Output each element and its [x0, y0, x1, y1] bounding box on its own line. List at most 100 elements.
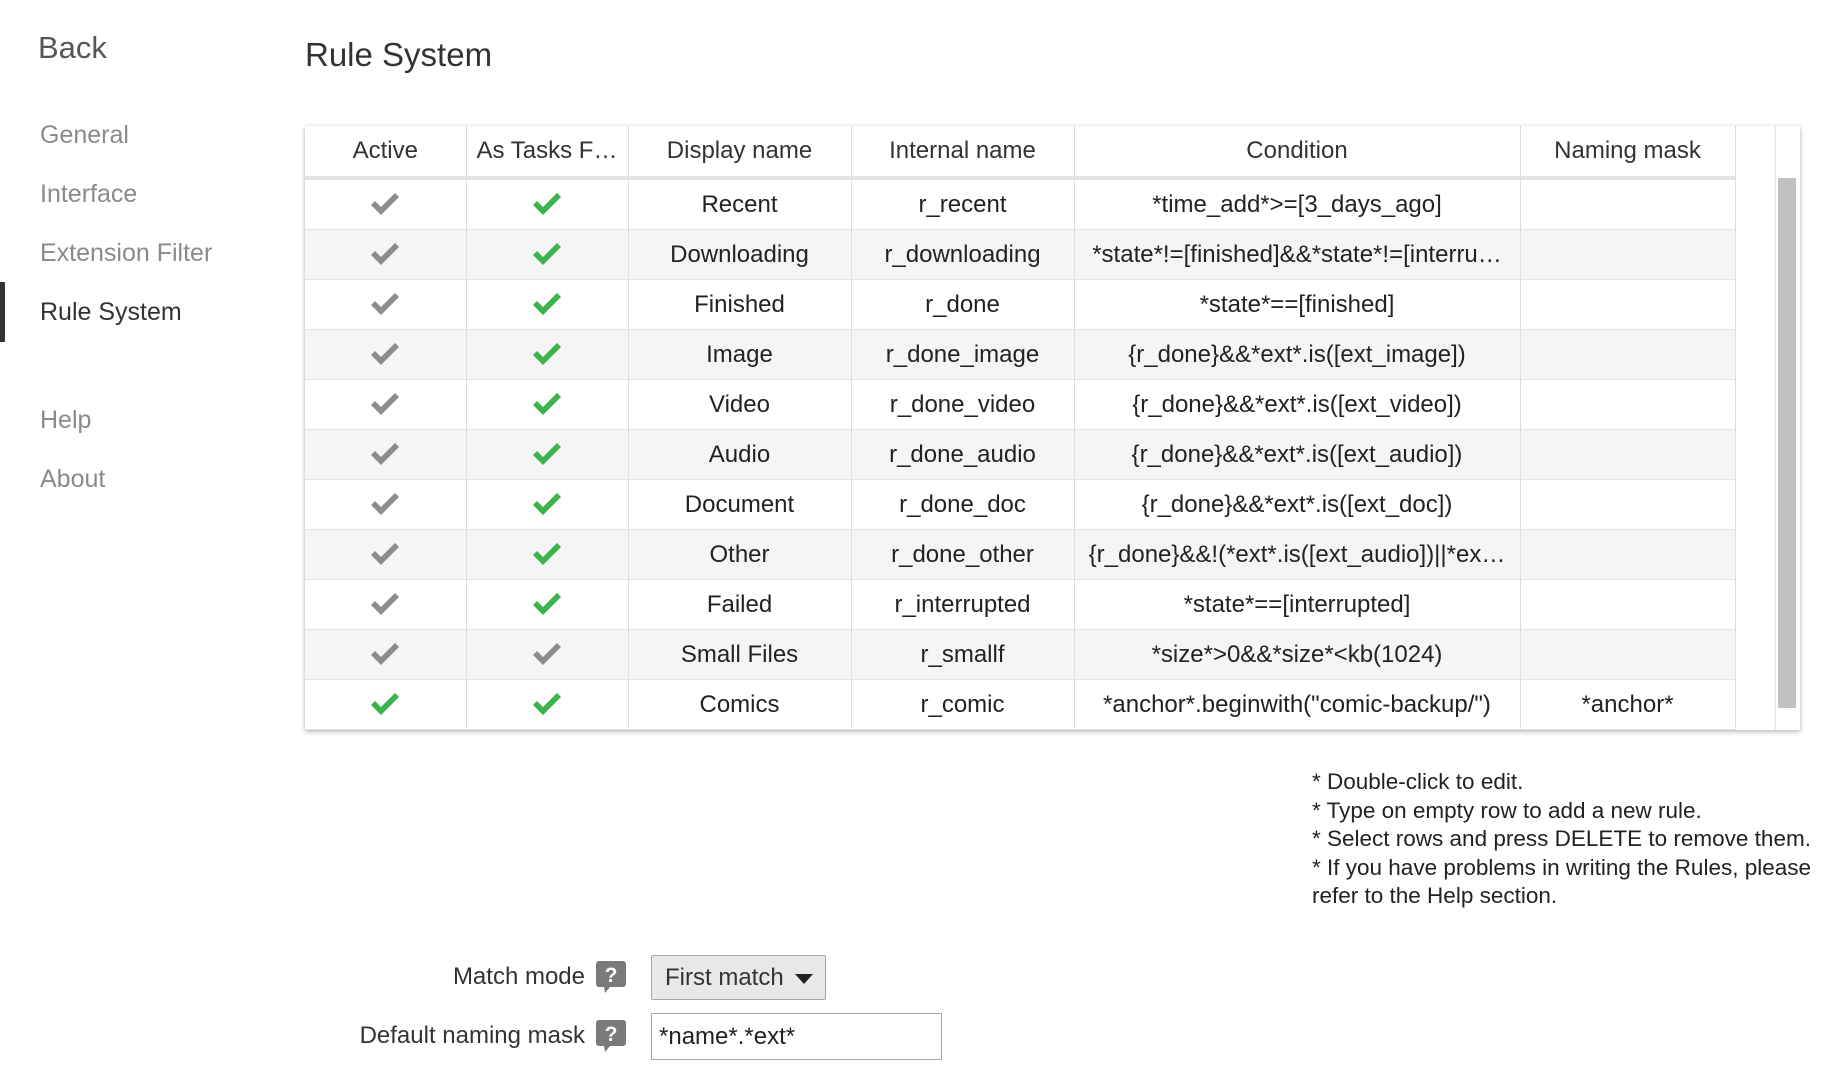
as-tasks-cell[interactable]: [466, 429, 629, 480]
active-nav-marker: [0, 282, 5, 342]
page-title: Rule System: [305, 36, 493, 73]
internal-name-cell[interactable]: r_interrupted: [851, 579, 1075, 630]
column-header-display-name[interactable]: Display name: [628, 126, 852, 180]
table-row[interactable]: Other r_done_other {r_done}&&!(*ext*.is([e…: [305, 529, 1736, 580]
table-row[interactable]: Audio r_done_audio {r_done}&&*ext*.is([ext…: [305, 429, 1736, 480]
sidebar-item-rule-system[interactable]: Rule System: [40, 298, 182, 327]
active-cell[interactable]: [305, 629, 467, 680]
scrollbar-thumb[interactable]: [1778, 178, 1796, 708]
condition-cell[interactable]: *anchor*.beginwith("comic-backup/"): [1074, 679, 1521, 730]
condition-cell[interactable]: {r_done}&&*ext*.is([ext_doc]): [1074, 479, 1521, 530]
active-cell[interactable]: [305, 329, 467, 380]
active-cell[interactable]: [305, 229, 467, 280]
as-tasks-cell[interactable]: [466, 579, 629, 630]
column-header-active[interactable]: Active: [305, 126, 467, 180]
active-cell[interactable]: [305, 178, 467, 230]
active-cell[interactable]: [305, 479, 467, 530]
back-button[interactable]: Back: [38, 30, 107, 66]
table-row[interactable]: Video r_done_video {r_done}&&*ext*.is([ext…: [305, 379, 1736, 430]
internal-name-cell[interactable]: r_done_doc: [851, 479, 1075, 530]
table-row[interactable]: Finished r_done *state*==[finished]: [305, 279, 1736, 330]
internal-name-cell[interactable]: r_downloading: [851, 229, 1075, 280]
display-name-cell[interactable]: Video: [628, 379, 852, 430]
naming-mask-cell[interactable]: [1520, 279, 1736, 330]
active-cell[interactable]: [305, 379, 467, 430]
table-row[interactable]: Image r_done_image {r_done}&&*ext*.is([ext…: [305, 329, 1736, 380]
sidebar-item-help[interactable]: Help: [40, 406, 91, 435]
match-mode-select[interactable]: First match: [651, 955, 826, 1000]
display-name-cell[interactable]: Small Files: [628, 629, 852, 680]
internal-name-cell[interactable]: r_done: [851, 279, 1075, 330]
naming-mask-cell[interactable]: [1520, 629, 1736, 680]
naming-mask-cell[interactable]: [1520, 329, 1736, 380]
internal-name-cell[interactable]: r_smallf: [851, 629, 1075, 680]
sidebar-item-interface[interactable]: Interface: [40, 180, 137, 209]
column-header-as-tasks[interactable]: As Tasks F…: [466, 126, 629, 180]
chevron-down-icon: [795, 974, 813, 984]
column-header-internal-name[interactable]: Internal name: [851, 126, 1075, 180]
naming-mask-cell[interactable]: [1520, 379, 1736, 430]
table-row[interactable]: Comics r_comic *anchor*.beginwith("comic-b…: [305, 679, 1736, 730]
display-name-cell[interactable]: Document: [628, 479, 852, 530]
table-row[interactable]: Small Files r_smallf *size*>0&&*size*<kb(1…: [305, 629, 1736, 680]
display-name-cell[interactable]: Audio: [628, 429, 852, 480]
as-tasks-cell[interactable]: [466, 178, 629, 230]
display-name-cell[interactable]: Image: [628, 329, 852, 380]
as-tasks-cell[interactable]: [466, 529, 629, 580]
help-icon[interactable]: ?: [596, 1020, 626, 1052]
active-cell[interactable]: [305, 529, 467, 580]
naming-mask-cell[interactable]: [1520, 229, 1736, 280]
display-name-cell[interactable]: Recent: [628, 178, 852, 230]
table-row[interactable]: Document r_done_doc {r_done}&&*ext*.is([ex…: [305, 479, 1736, 530]
as-tasks-cell[interactable]: [466, 679, 629, 730]
sidebar-item-extension-filter[interactable]: Extension Filter: [40, 239, 212, 268]
column-header-naming-mask[interactable]: Naming mask: [1520, 126, 1736, 180]
condition-cell[interactable]: {r_done}&&*ext*.is([ext_video]): [1074, 379, 1521, 430]
internal-name-cell[interactable]: r_done_other: [851, 529, 1075, 580]
internal-name-cell[interactable]: r_done_image: [851, 329, 1075, 380]
display-name-cell[interactable]: Downloading: [628, 229, 852, 280]
as-tasks-cell[interactable]: [466, 629, 629, 680]
column-header-condition[interactable]: Condition: [1074, 126, 1521, 180]
as-tasks-cell[interactable]: [466, 479, 629, 530]
display-name-cell[interactable]: Finished: [628, 279, 852, 330]
internal-name-cell[interactable]: r_done_audio: [851, 429, 1075, 480]
condition-cell[interactable]: *state*!=[finished]&&*state*!=[interru…: [1074, 229, 1521, 280]
display-name-cell[interactable]: Failed: [628, 579, 852, 630]
internal-name-cell[interactable]: r_recent: [851, 178, 1075, 230]
check-icon-green: [531, 292, 563, 318]
active-cell[interactable]: [305, 679, 467, 730]
naming-mask-cell[interactable]: [1520, 178, 1736, 230]
condition-cell[interactable]: {r_done}&&*ext*.is([ext_image]): [1074, 329, 1521, 380]
active-cell[interactable]: [305, 279, 467, 330]
as-tasks-cell[interactable]: [466, 329, 629, 380]
display-name-cell[interactable]: Comics: [628, 679, 852, 730]
as-tasks-cell[interactable]: [466, 229, 629, 280]
active-cell[interactable]: [305, 429, 467, 480]
condition-cell[interactable]: {r_done}&&!(*ext*.is([ext_audio])||*ex…: [1074, 529, 1521, 580]
naming-mask-cell[interactable]: *anchor*: [1520, 679, 1736, 730]
table-row[interactable]: Downloading r_downloading *state*!=[finish…: [305, 229, 1736, 280]
display-name-cell[interactable]: Other: [628, 529, 852, 580]
internal-name-cell[interactable]: r_done_video: [851, 379, 1075, 430]
condition-cell[interactable]: *size*>0&&*size*<kb(1024): [1074, 629, 1521, 680]
condition-cell[interactable]: *state*==[interrupted]: [1074, 579, 1521, 630]
condition-cell[interactable]: *state*==[finished]: [1074, 279, 1521, 330]
sidebar-item-about[interactable]: About: [40, 465, 105, 494]
condition-cell[interactable]: {r_done}&&*ext*.is([ext_audio]): [1074, 429, 1521, 480]
table-row[interactable]: Failed r_interrupted *state*==[interrupted…: [305, 579, 1736, 630]
as-tasks-cell[interactable]: [466, 379, 629, 430]
naming-mask-cell[interactable]: [1520, 429, 1736, 480]
active-cell[interactable]: [305, 579, 467, 630]
table-row[interactable]: Recent r_recent *time_add*>=[3_days_ago]: [305, 178, 1736, 230]
naming-mask-cell[interactable]: [1520, 479, 1736, 530]
as-tasks-cell[interactable]: [466, 279, 629, 330]
internal-name-cell[interactable]: r_comic: [851, 679, 1075, 730]
check-icon-green: [531, 242, 563, 268]
naming-mask-cell[interactable]: [1520, 579, 1736, 630]
naming-mask-cell[interactable]: [1520, 529, 1736, 580]
sidebar-item-general[interactable]: General: [40, 121, 129, 150]
condition-cell[interactable]: *time_add*>=[3_days_ago]: [1074, 178, 1521, 230]
help-icon[interactable]: ?: [596, 961, 626, 993]
default-naming-mask-input[interactable]: [651, 1013, 942, 1060]
